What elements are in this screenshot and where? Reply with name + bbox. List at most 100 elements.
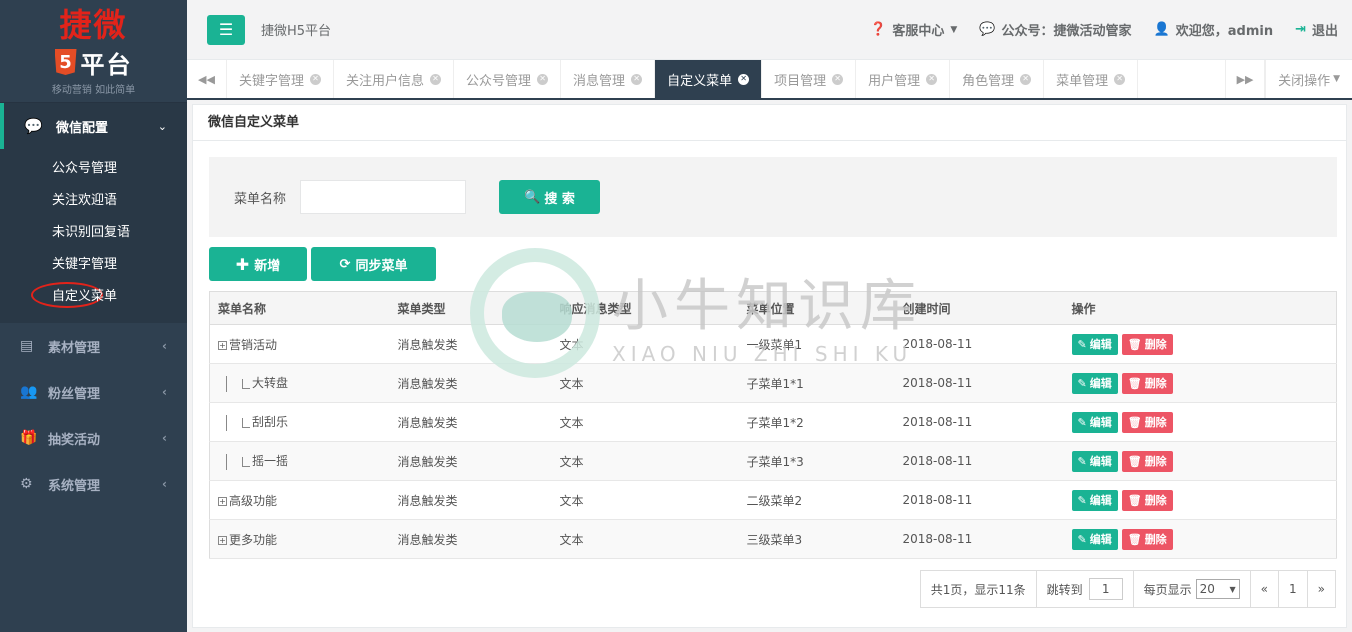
delete-button[interactable]: 🗑 删除 xyxy=(1121,372,1173,394)
sidebar-item-keywords[interactable]: 关键字管理 xyxy=(0,249,187,281)
page-number-button[interactable]: 1 xyxy=(1279,571,1308,607)
help-center-link[interactable]: ❓ 客服中心 ▼ xyxy=(870,20,957,39)
edit-button[interactable]: ✎ 编辑 xyxy=(1071,489,1118,511)
search-button[interactable]: 🔍 搜 索 xyxy=(499,180,600,214)
sign-out-icon: ⇥ xyxy=(1295,22,1306,37)
tab-accounts[interactable]: 公众号管理 ✕ xyxy=(454,60,562,98)
welcome-user[interactable]: 👤 欢迎您，admin xyxy=(1154,20,1274,39)
next-page-button[interactable]: » xyxy=(1308,571,1335,607)
menu-toggle-button[interactable]: ☰ xyxy=(207,14,245,45)
col-response-type[interactable]: 响应消息类型 xyxy=(551,291,739,325)
tab-roles[interactable]: 角色管理 ✕ xyxy=(950,60,1045,98)
account-info[interactable]: 💬 公众号：捷微活动管家 xyxy=(979,20,1131,39)
close-icon[interactable]: ✕ xyxy=(738,73,750,85)
delete-label: 删除 xyxy=(1144,455,1167,468)
close-icon[interactable]: ✕ xyxy=(310,73,322,85)
sidebar-item-custom-menu[interactable]: 自定义菜单 xyxy=(0,281,187,313)
tab-label: 自定义菜单 xyxy=(667,73,733,89)
brand-platform: 平台 xyxy=(80,50,133,79)
table-row[interactable]: + 更多功能 消息触发类 文本 三级菜单3 2018-08-11 ✎ 编辑 🗑 删除 xyxy=(209,519,1337,559)
delete-button[interactable]: 🗑 删除 xyxy=(1121,450,1173,472)
sidebar-submenu: 公众号管理 关注欢迎语 未识别回复语 关键字管理 自定义菜单 xyxy=(0,149,187,323)
col-menu-type[interactable]: 菜单类型 xyxy=(389,291,552,325)
delete-button[interactable]: 🗑 删除 xyxy=(1121,528,1173,550)
caret-down-icon: ▼ xyxy=(1229,584,1236,594)
trash-icon: 🗑 xyxy=(1127,532,1142,546)
sidebar-item-label: 自定义菜单 xyxy=(52,289,118,304)
tab-keywords[interactable]: 关键字管理 ✕ xyxy=(227,60,335,98)
tab-projects[interactable]: 项目管理 ✕ xyxy=(762,60,857,98)
tab-messages[interactable]: 消息管理 ✕ xyxy=(561,60,656,98)
tab-menus[interactable]: 菜单管理 ✕ xyxy=(1044,60,1139,98)
tab-users[interactable]: 用户管理 ✕ xyxy=(856,60,951,98)
sidebar-group-materials[interactable]: ▤ 素材管理 ‹ xyxy=(0,323,187,369)
sidebar-item-label: 未识别回复语 xyxy=(52,225,131,240)
sidebar-group-lottery[interactable]: 🎁 抽奖活动 ‹ xyxy=(0,415,187,461)
tabs-scroll-right-button[interactable]: ▶▶ xyxy=(1225,60,1266,98)
expand-icon[interactable]: + xyxy=(218,535,227,545)
cell-pos: 子菜单1*2 xyxy=(738,402,895,442)
cell-date: 2018-08-11 xyxy=(894,441,1064,481)
table-row[interactable]: 摇一摇 消息触发类 文本 子菜单1*3 2018-08-11 ✎ 编辑 🗑 删除 xyxy=(209,441,1337,481)
close-icon[interactable]: ✕ xyxy=(1114,73,1126,85)
cell-date: 2018-08-11 xyxy=(894,363,1064,403)
page-size-select[interactable]: 20 ▼ xyxy=(1195,579,1240,599)
table-row[interactable]: + 高级功能 消息触发类 文本 二级菜单2 2018-08-11 ✎ 编辑 🗑 删除 xyxy=(209,480,1337,520)
cell-name: 大转盘 xyxy=(252,376,289,391)
page-size-value: 20 xyxy=(1199,582,1215,596)
delete-button[interactable]: 🗑 删除 xyxy=(1121,333,1173,355)
close-tabs-dropdown[interactable]: 关闭操作 ▼ xyxy=(1265,60,1352,98)
menu-name-input[interactable] xyxy=(300,180,466,214)
close-icon[interactable]: ✕ xyxy=(926,73,938,85)
sidebar-group-fans[interactable]: 👥 粉丝管理 ‹ xyxy=(0,369,187,415)
sidebar-item-unknown-reply[interactable]: 未识别回复语 xyxy=(0,217,187,249)
tab-followers[interactable]: 关注用户信息 ✕ xyxy=(334,60,455,98)
table-row[interactable]: 刮刮乐 消息触发类 文本 子菜单1*2 2018-08-11 ✎ 编辑 🗑 删除 xyxy=(209,402,1337,442)
delete-button[interactable]: 🗑 删除 xyxy=(1121,489,1173,511)
jump-page-input[interactable]: 1 xyxy=(1088,578,1123,600)
edit-button[interactable]: ✎ 编辑 xyxy=(1071,528,1118,550)
sync-menu-button[interactable]: ⟳ 同步菜单 xyxy=(311,247,436,281)
edit-icon: ✎ xyxy=(1077,454,1087,468)
sync-label: 同步菜单 xyxy=(355,258,408,274)
close-icon[interactable]: ✕ xyxy=(832,73,844,85)
edit-button[interactable]: ✎ 编辑 xyxy=(1071,372,1118,394)
close-icon[interactable]: ✕ xyxy=(631,73,643,85)
add-button[interactable]: ✚ 新增 xyxy=(209,247,307,281)
topbar: ☰ 捷微H5平台 ❓ 客服中心 ▼ 💬 公众号：捷微活动管家 👤 欢迎您，adm… xyxy=(187,0,1352,60)
col-menu-position[interactable]: 菜单位置 xyxy=(738,291,895,325)
tree-branch xyxy=(242,456,250,467)
edit-label: 编辑 xyxy=(1089,455,1112,468)
col-menu-name[interactable]: 菜单名称 xyxy=(209,291,390,325)
expand-icon[interactable]: + xyxy=(218,340,227,350)
chevron-left-icon: ‹ xyxy=(162,477,167,491)
logout-link[interactable]: ⇥ 退出 xyxy=(1295,20,1338,39)
search-label: 菜单名称 xyxy=(234,191,287,207)
forward-icon: ▶▶ xyxy=(1236,72,1254,86)
cell-type: 消息触发类 xyxy=(389,519,552,559)
prev-page-button[interactable]: « xyxy=(1251,571,1280,607)
edit-button[interactable]: ✎ 编辑 xyxy=(1071,411,1118,433)
sidebar-group-system[interactable]: ⚙ 系统管理 ‹ xyxy=(0,461,187,507)
close-icon[interactable]: ✕ xyxy=(1020,73,1032,85)
close-icon[interactable]: ✕ xyxy=(430,73,442,85)
col-created-time[interactable]: 创建时间 xyxy=(894,291,1064,325)
close-icon[interactable]: ✕ xyxy=(537,73,549,85)
tab-custom-menu[interactable]: 自定义菜单 ✕ xyxy=(655,60,763,98)
edit-button[interactable]: ✎ 编辑 xyxy=(1071,333,1118,355)
expand-icon[interactable]: + xyxy=(218,496,227,506)
table-row[interactable]: 大转盘 消息触发类 文本 子菜单1*1 2018-08-11 ✎ 编辑 🗑 删除 xyxy=(209,363,1337,403)
cell-msg: 文本 xyxy=(551,324,739,364)
delete-button[interactable]: 🗑 删除 xyxy=(1121,411,1173,433)
brand-logo[interactable]: 捷微 5 平台 移动营销 如此简单 xyxy=(0,0,187,103)
page-summary: 共1页，显示11条 xyxy=(921,571,1037,607)
add-label: 新增 xyxy=(254,258,281,274)
tree-branch xyxy=(242,417,250,428)
tabs-scroll-left-button[interactable]: ◀◀ xyxy=(187,60,227,98)
sidebar-group-wechat-config[interactable]: 💬 微信配置 ⌄ xyxy=(0,103,187,149)
sidebar-item-account[interactable]: 公众号管理 xyxy=(0,153,187,185)
sidebar-item-welcome[interactable]: 关注欢迎语 xyxy=(0,185,187,217)
edit-button[interactable]: ✎ 编辑 xyxy=(1071,450,1118,472)
tab-label: 项目管理 xyxy=(774,73,827,89)
table-row[interactable]: + 营销活动 消息触发类 文本 一级菜单1 2018-08-11 ✎ 编辑 🗑 删除 xyxy=(209,324,1337,364)
